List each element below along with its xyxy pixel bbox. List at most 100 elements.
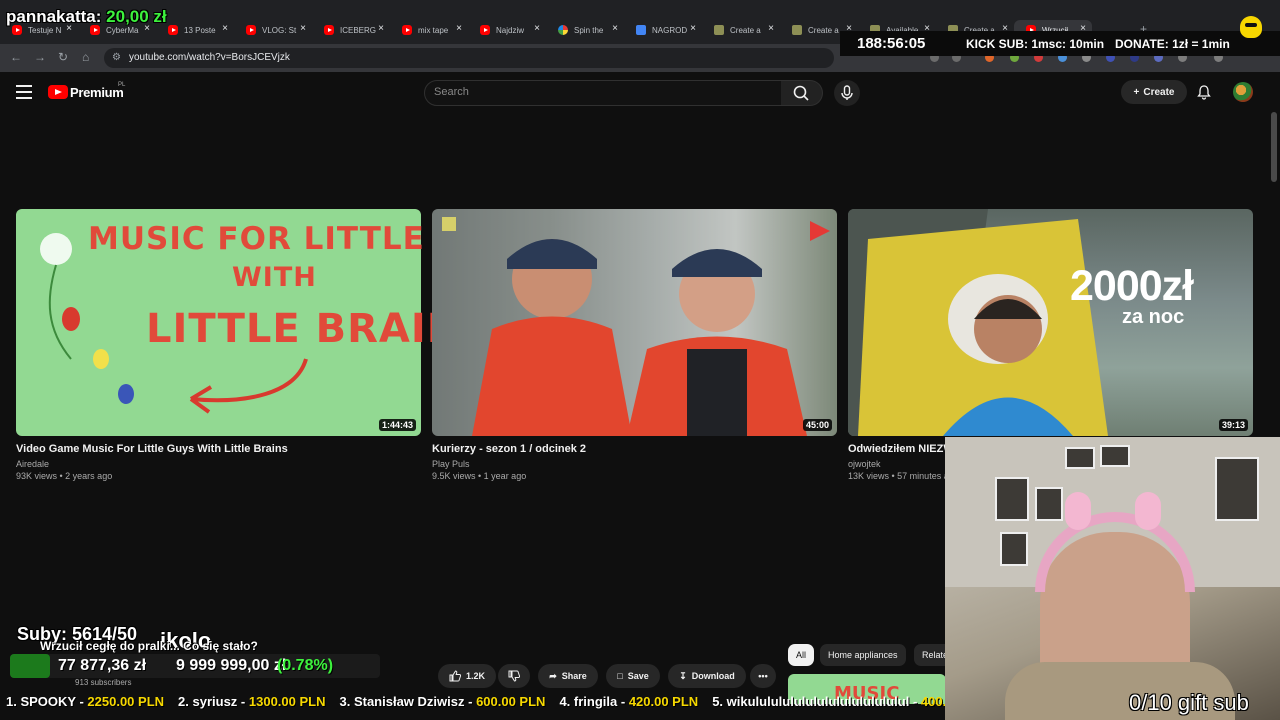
cat-ear-icon	[1065, 492, 1091, 530]
thumbs-up-icon	[449, 670, 461, 682]
save-label: Save	[627, 671, 649, 681]
hamburger-menu-icon[interactable]	[16, 85, 32, 99]
youtube-wordmark[interactable]: Premium	[70, 85, 124, 100]
close-tab-icon[interactable]: ×	[768, 23, 774, 34]
like-count: 1.2K	[465, 671, 485, 681]
microphone-icon	[841, 85, 853, 100]
video-thumbnail[interactable]: 39:13	[848, 209, 1253, 436]
video-channel[interactable]: ojwojtek	[848, 459, 881, 469]
overlay-goal-current: 77 877,36 zł	[58, 657, 147, 674]
browser-tab[interactable]: VLOG: St ×	[234, 20, 312, 40]
save-button[interactable]: □ Save	[606, 664, 660, 688]
search-input[interactable]	[434, 84, 774, 100]
overlay-kick-sub: KICK SUB: 1msc: 10min	[966, 37, 1105, 51]
video-title[interactable]: Video Game Music For Little Guys With Li…	[16, 443, 288, 455]
notifications-bell-icon[interactable]	[1196, 84, 1212, 105]
more-icon: •••	[758, 671, 768, 681]
wall-photo	[1065, 447, 1095, 469]
donor-rank: 5.	[712, 694, 724, 709]
youtube-favicon-icon	[324, 25, 334, 35]
donor-amount: 600.00 PLN	[476, 694, 546, 709]
browser-tab-label: VLOG: St	[262, 25, 297, 35]
donor-rank: 3.	[339, 694, 351, 709]
browser-tab[interactable]: Najdziw ×	[468, 20, 546, 40]
forward-icon[interactable]: →	[34, 50, 46, 64]
close-tab-icon[interactable]: ×	[534, 23, 540, 34]
close-tab-icon[interactable]: ×	[456, 23, 462, 34]
donor-amount: 420.00 PLN	[628, 694, 699, 709]
donor-name: syriusz	[192, 694, 238, 709]
wall-photo	[1000, 532, 1028, 566]
donor-rank: 2.	[178, 694, 189, 709]
youtube-logo-icon[interactable]	[48, 85, 68, 99]
download-label: Download	[691, 671, 735, 681]
donor-amount: 2250.00 PLN	[87, 694, 165, 709]
voice-search-button[interactable]	[834, 80, 860, 106]
donor-name: SPOOKY	[20, 694, 76, 709]
video-channel[interactable]: Airedale	[16, 459, 49, 469]
like-button[interactable]: 1.2K	[438, 664, 496, 688]
overlay-gift-sub-counter: 0/10 gift sub	[1129, 690, 1249, 715]
close-tab-icon[interactable]: ×	[378, 23, 384, 34]
browser-tab-label: Najdziw	[496, 25, 525, 35]
browser-tab-label: ICEBERG	[340, 25, 376, 35]
country-code: PL	[118, 82, 126, 88]
close-tab-icon[interactable]: ×	[612, 23, 618, 34]
donor-name: Stanisław Dziwisz	[353, 694, 465, 709]
account-avatar[interactable]	[1233, 82, 1253, 102]
video-duration: 45:00	[802, 419, 832, 431]
donor-name: wikulululululululululululululul	[726, 694, 910, 709]
browser-tab[interactable]: 13 Poste ×	[156, 20, 234, 40]
bookmark-icon: □	[617, 671, 623, 681]
wall-photo	[995, 477, 1029, 521]
close-tab-icon[interactable]: ×	[690, 23, 696, 34]
browser-tab-label: NAGROD	[652, 25, 688, 35]
donor-name: fringila	[573, 694, 618, 709]
reload-icon[interactable]: ↻	[58, 50, 68, 64]
overlay-donation-goal-fill	[10, 654, 50, 678]
streamer-webcam	[945, 437, 1280, 720]
create-button[interactable]: + Create	[1121, 80, 1187, 104]
overlay-donor-name: pannakatta:	[6, 7, 102, 26]
browser-tab[interactable]: ICEBERG ×	[312, 20, 390, 40]
donor-entry: 2. syriusz - 1300.00 PLN	[178, 694, 326, 709]
browser-tab[interactable]: Create a ×	[702, 20, 780, 40]
youtube-favicon-icon	[402, 25, 412, 35]
close-tab-icon[interactable]: ×	[222, 23, 228, 34]
url-text[interactable]: youtube.com/watch?v=BorsJCEVjzk	[129, 52, 290, 63]
page-scrollbar[interactable]	[1271, 112, 1277, 182]
more-actions-button[interactable]: •••	[750, 664, 776, 688]
dislike-button[interactable]	[498, 664, 530, 688]
close-tab-icon[interactable]: ×	[300, 23, 306, 34]
chip-all[interactable]: All	[788, 644, 815, 666]
wall-photo	[1035, 487, 1063, 521]
overlay-goal-target: 9 999 999,00 zł	[176, 657, 287, 674]
overlay-video-question: Wrzucił cegłę do pralki... Co się stało?	[40, 639, 258, 653]
browser-tab[interactable]: Spin the ×	[546, 20, 624, 40]
browser-tab-label: Spin the	[574, 25, 604, 35]
video-title[interactable]: Kurierzy - sezon 1 / odcinek 2	[432, 443, 586, 455]
share-icon: ➦	[549, 670, 557, 681]
video-channel[interactable]: Play Puls	[432, 459, 470, 469]
chip-home-appliances[interactable]: Home appliances	[820, 644, 906, 666]
site-info-icon[interactable]: ⚙	[112, 52, 121, 63]
search-button[interactable]	[781, 80, 823, 106]
browser-tab[interactable]: mix tape ×	[390, 20, 468, 40]
cat-ear-icon	[1135, 492, 1161, 530]
download-icon: ↧	[679, 670, 687, 681]
share-button[interactable]: ➦ Share	[538, 664, 598, 688]
browser-tab[interactable]: NAGROD ×	[624, 20, 702, 40]
youtube-favicon-icon	[246, 25, 256, 35]
home-icon[interactable]: ⌂	[82, 50, 89, 64]
donor-entry: 4. fringila - 420.00 PLN	[559, 694, 699, 709]
thumbs-down-icon	[508, 670, 520, 682]
video-duration: 1:44:43	[378, 419, 416, 431]
share-label: Share	[561, 671, 587, 681]
browser-tab-label: 13 Poste	[184, 25, 216, 35]
video-thumbnail[interactable]: 45:00	[432, 209, 837, 436]
doc-favicon-icon	[636, 25, 646, 35]
channel-subscriber-count: 913 subscribers	[75, 678, 132, 687]
back-icon[interactable]: ←	[10, 50, 22, 64]
download-button[interactable]: ↧ Download	[668, 664, 746, 688]
video-meta: 9.5K views • 1 year ago	[432, 471, 527, 481]
